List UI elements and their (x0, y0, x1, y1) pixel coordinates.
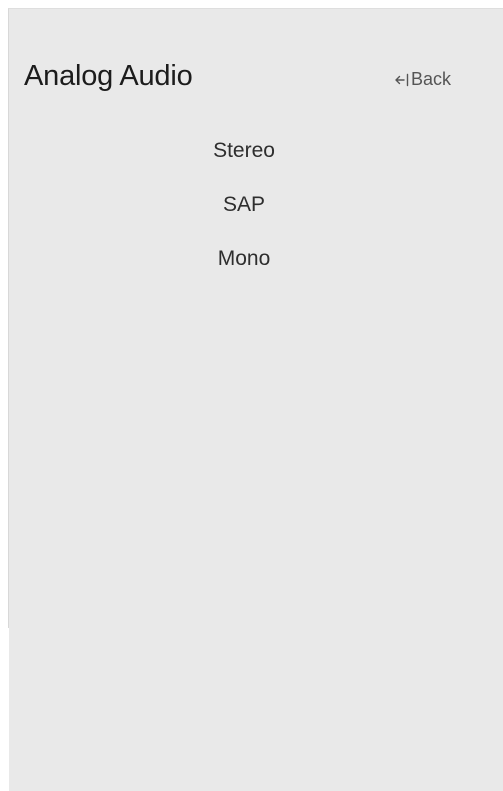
option-mono[interactable]: Mono (208, 239, 281, 293)
menu-panel: Analog Audio Back Stereo SAP Mono (8, 8, 503, 791)
back-arrow-icon (395, 73, 409, 86)
frame-edge (7, 628, 9, 791)
back-button[interactable]: Back (395, 69, 451, 90)
page-title: Analog Audio (24, 60, 193, 92)
audio-options-list: Stereo SAP Mono (9, 131, 479, 293)
option-sap[interactable]: SAP (213, 185, 275, 239)
option-stereo[interactable]: Stereo (203, 131, 285, 185)
back-label: Back (411, 69, 452, 89)
